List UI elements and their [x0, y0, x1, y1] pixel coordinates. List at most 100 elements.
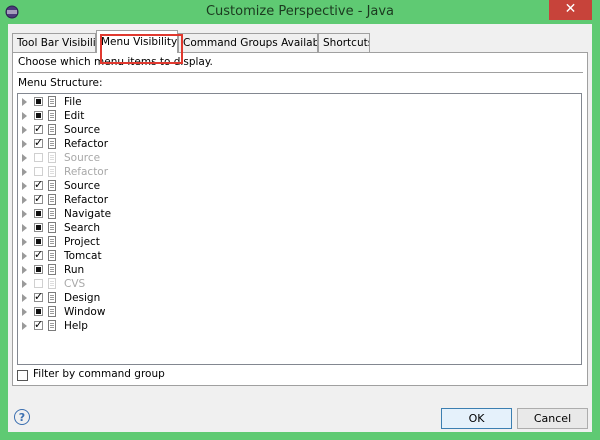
tree-item-label: Navigate — [64, 208, 112, 220]
menu-icon — [48, 236, 56, 247]
tree-item[interactable]: Source — [18, 178, 581, 193]
menu-icon — [48, 320, 56, 331]
menu-icon — [48, 180, 56, 191]
tree-checkbox[interactable] — [34, 318, 43, 331]
menu-icon — [48, 208, 56, 219]
menu-icon — [48, 250, 56, 261]
expand-arrow-icon[interactable] — [22, 154, 27, 162]
menu-icon — [48, 264, 56, 275]
tree-item[interactable]: Tomcat — [18, 248, 581, 263]
tree-checkbox[interactable] — [34, 237, 43, 246]
menu-structure-label: Menu Structure: — [18, 77, 103, 89]
tree-item[interactable]: Source — [18, 151, 581, 165]
tree-item-label: Refactor — [64, 138, 109, 150]
tree-item-label: Search — [64, 222, 101, 234]
help-icon[interactable]: ? — [14, 409, 30, 425]
tree-checkbox[interactable] — [34, 97, 43, 106]
expand-arrow-icon[interactable] — [22, 112, 27, 120]
tree-checkbox[interactable] — [34, 290, 43, 303]
tree-item[interactable]: Search — [18, 221, 581, 235]
expand-arrow-icon[interactable] — [22, 196, 27, 204]
tree-checkbox[interactable] — [34, 209, 43, 218]
tree-item[interactable]: File — [18, 95, 581, 109]
close-button[interactable]: ✕ — [549, 0, 592, 20]
tree-item[interactable]: CVS — [18, 277, 581, 291]
expand-arrow-icon[interactable] — [22, 98, 27, 106]
expand-arrow-icon[interactable] — [22, 266, 27, 274]
dialog-client-area: Tool Bar Visibility Menu Visibility Comm… — [8, 24, 592, 432]
menu-icon — [48, 292, 56, 303]
menu-icon — [48, 306, 56, 317]
menu-icon — [48, 152, 56, 163]
tree-item[interactable]: Edit — [18, 109, 581, 123]
tab-menu-visibility[interactable]: Menu Visibility — [96, 30, 178, 53]
tree-checkbox[interactable] — [34, 111, 43, 120]
tree-checkbox — [34, 153, 43, 162]
tree-item[interactable]: Refactor — [18, 136, 581, 151]
tree-checkbox — [34, 167, 43, 176]
menu-structure-tree[interactable]: File Edit Source Refactor Source Refacto… — [17, 93, 582, 365]
tree-checkbox[interactable] — [34, 178, 43, 191]
menu-icon — [48, 222, 56, 233]
tree-item-label: Source — [64, 124, 101, 136]
expand-arrow-icon[interactable] — [22, 224, 27, 232]
panel-description: Choose which menu items to display. — [18, 56, 213, 68]
tab-shortcuts[interactable]: Shortcuts — [318, 33, 370, 52]
tree-item-label: Design — [64, 292, 101, 304]
title-bar: Customize Perspective - Java ✕ — [0, 0, 600, 24]
customize-perspective-dialog: Customize Perspective - Java ✕ Tool Bar … — [0, 0, 600, 440]
tree-item-label: Refactor — [64, 166, 109, 178]
menu-icon — [48, 96, 56, 107]
tree-item-label: Refactor — [64, 194, 109, 206]
menu-icon — [48, 194, 56, 205]
expand-arrow-icon[interactable] — [22, 238, 27, 246]
tree-item[interactable]: Navigate — [18, 207, 581, 221]
expand-arrow-icon[interactable] — [22, 322, 27, 330]
tree-item-label: Edit — [64, 110, 85, 122]
expand-arrow-icon[interactable] — [22, 210, 27, 218]
tree-item[interactable]: Project — [18, 235, 581, 249]
tree-item-label: Tomcat — [64, 250, 102, 262]
tree-item[interactable]: Refactor — [18, 192, 581, 207]
filter-checkbox[interactable] — [17, 370, 28, 381]
tree-item-label: Source — [64, 180, 101, 192]
tree-checkbox[interactable] — [34, 136, 43, 149]
menu-icon — [48, 110, 56, 121]
close-icon: ✕ — [564, 1, 577, 17]
tree-item-label: Help — [64, 320, 88, 332]
ok-button[interactable]: OK — [441, 408, 512, 429]
menu-icon — [48, 138, 56, 149]
tree-item-label: Window — [64, 306, 106, 318]
tab-command-groups-availability[interactable]: Command Groups Availability — [178, 33, 318, 52]
tree-item-label: CVS — [64, 278, 86, 290]
tree-checkbox[interactable] — [34, 265, 43, 274]
tree-checkbox[interactable] — [34, 192, 43, 205]
tree-item[interactable]: Source — [18, 122, 581, 137]
tree-item-label: Run — [64, 264, 85, 276]
tree-item[interactable]: Run — [18, 263, 581, 277]
tree-checkbox[interactable] — [34, 307, 43, 316]
expand-arrow-icon[interactable] — [22, 182, 27, 190]
expand-arrow-icon[interactable] — [22, 308, 27, 316]
menu-icon — [48, 124, 56, 135]
tree-checkbox[interactable] — [34, 223, 43, 232]
filter-label: Filter by command group — [33, 368, 165, 380]
expand-arrow-icon[interactable] — [22, 294, 27, 302]
expand-arrow-icon[interactable] — [22, 126, 27, 134]
menu-icon — [48, 166, 56, 177]
menu-icon — [48, 278, 56, 289]
separator — [17, 72, 583, 73]
expand-arrow-icon[interactable] — [22, 168, 27, 176]
window-title: Customize Perspective - Java — [205, 4, 395, 19]
tree-item[interactable]: Refactor — [18, 165, 581, 179]
tree-item[interactable]: Window — [18, 305, 581, 319]
tree-item[interactable]: Help — [18, 318, 581, 333]
expand-arrow-icon[interactable] — [22, 252, 27, 260]
tab-tool-bar-visibility[interactable]: Tool Bar Visibility — [12, 33, 96, 52]
tree-checkbox[interactable] — [34, 248, 43, 261]
tree-item[interactable]: Design — [18, 290, 581, 305]
expand-arrow-icon[interactable] — [22, 140, 27, 148]
expand-arrow-icon[interactable] — [22, 280, 27, 288]
cancel-button[interactable]: Cancel — [517, 408, 588, 429]
tree-checkbox[interactable] — [34, 122, 43, 135]
